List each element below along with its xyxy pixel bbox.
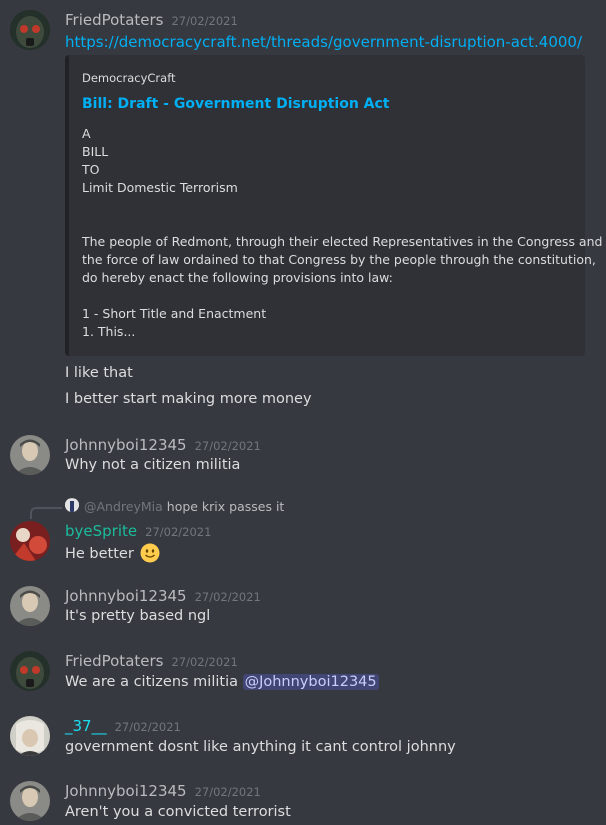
username[interactable]: Johnnyboi12345 27/02/2021 bbox=[65, 782, 261, 800]
reply-text: hope krix passes it bbox=[166, 499, 285, 514]
username[interactable]: FriedPotaters 27/02/2021 bbox=[65, 652, 238, 670]
avatar[interactable] bbox=[10, 435, 50, 475]
timestamp: 27/02/2021 bbox=[194, 785, 261, 799]
timestamp: 27/02/2021 bbox=[171, 14, 238, 28]
embed-title[interactable]: Bill: Draft - Government Disruption Act bbox=[82, 96, 390, 112]
embed-line: A bbox=[82, 126, 91, 141]
timestamp: 27/02/2021 bbox=[171, 655, 238, 669]
avatar[interactable] bbox=[10, 651, 50, 691]
message-text: Why not a citizen militia bbox=[65, 457, 241, 473]
username-text[interactable]: byeSprite bbox=[65, 522, 137, 540]
message-body: He better bbox=[65, 546, 134, 562]
timestamp: 27/02/2021 bbox=[194, 590, 261, 604]
embed-line: the force of law ordained to that Congre… bbox=[82, 252, 596, 267]
message-text: I better start making more money bbox=[65, 391, 312, 407]
timestamp: 27/02/2021 bbox=[114, 720, 181, 734]
username[interactable]: FriedPotaters 27/02/2021 bbox=[65, 11, 238, 29]
reply-spine bbox=[30, 507, 62, 519]
message-text: Aren't you a convicted terrorist bbox=[65, 804, 291, 820]
message-text: government dosnt like anything it cant c… bbox=[65, 739, 456, 755]
message-text: I like that bbox=[65, 365, 133, 381]
soldier-avatar-icon bbox=[10, 435, 50, 475]
avatar[interactable] bbox=[10, 716, 50, 756]
avatar[interactable] bbox=[10, 586, 50, 626]
message-text: He better bbox=[65, 543, 160, 563]
thread-link[interactable]: https://democracycraft.net/threads/gover… bbox=[65, 33, 582, 51]
user-mention[interactable]: @Johnnyboi12345 bbox=[242, 674, 379, 690]
link-embed: DemocracyCraft Bill: Draft - Government … bbox=[65, 55, 602, 356]
gas-mask-avatar-icon bbox=[10, 651, 50, 691]
timestamp: 27/02/2021 bbox=[145, 525, 212, 539]
reply-mention[interactable]: @AndreyMia bbox=[84, 499, 163, 514]
embed-line: do hereby enact the following provisions… bbox=[82, 270, 393, 285]
timestamp: 27/02/2021 bbox=[194, 439, 261, 453]
username-text[interactable]: _37__ bbox=[65, 717, 107, 735]
message-text: It's pretty based ngl bbox=[65, 608, 211, 624]
embed-line: Limit Domestic Terrorism bbox=[82, 180, 238, 195]
gas-mask-avatar-icon bbox=[10, 10, 50, 50]
embed-line: 1. This... bbox=[82, 324, 136, 339]
username-text[interactable]: Johnnyboi12345 bbox=[65, 587, 187, 605]
soldier-avatar-icon bbox=[10, 586, 50, 626]
username-text[interactable]: FriedPotaters bbox=[65, 652, 163, 670]
username[interactable]: Johnnyboi12345 27/02/2021 bbox=[65, 587, 261, 605]
embed-line: 1 - Short Title and Enactment bbox=[82, 306, 267, 321]
embed-provider[interactable]: DemocracyCraft bbox=[82, 71, 176, 85]
username[interactable]: _37__ 27/02/2021 bbox=[65, 717, 181, 735]
anime-avatar-icon bbox=[10, 521, 50, 561]
avatar[interactable] bbox=[10, 521, 50, 561]
username-text[interactable]: Johnnyboi12345 bbox=[65, 436, 187, 454]
avatar[interactable] bbox=[10, 781, 50, 821]
reply-preview[interactable]: @AndreyMia hope krix passes it bbox=[84, 499, 284, 514]
username[interactable]: Johnnyboi12345 27/02/2021 bbox=[65, 436, 261, 454]
username-text[interactable]: Johnnyboi12345 bbox=[65, 782, 187, 800]
embed-line: BILL bbox=[82, 144, 109, 159]
avatar[interactable] bbox=[10, 10, 50, 50]
embed-line: TO bbox=[82, 162, 100, 177]
username-text[interactable]: FriedPotaters bbox=[65, 11, 163, 29]
embed-line: The people of Redmont, through their ele… bbox=[82, 234, 603, 249]
message-body: We are a citizens militia bbox=[65, 674, 238, 690]
reply-avatar[interactable] bbox=[65, 498, 79, 512]
slightly-smiling-face-icon[interactable] bbox=[140, 543, 160, 563]
anime-avatar-icon bbox=[10, 716, 50, 756]
reply-avatar-icon bbox=[65, 499, 79, 512]
soldier-avatar-icon bbox=[10, 781, 50, 821]
message-text: We are a citizens militia @Johnnyboi1234… bbox=[65, 674, 379, 690]
username[interactable]: byeSprite 27/02/2021 bbox=[65, 522, 211, 540]
